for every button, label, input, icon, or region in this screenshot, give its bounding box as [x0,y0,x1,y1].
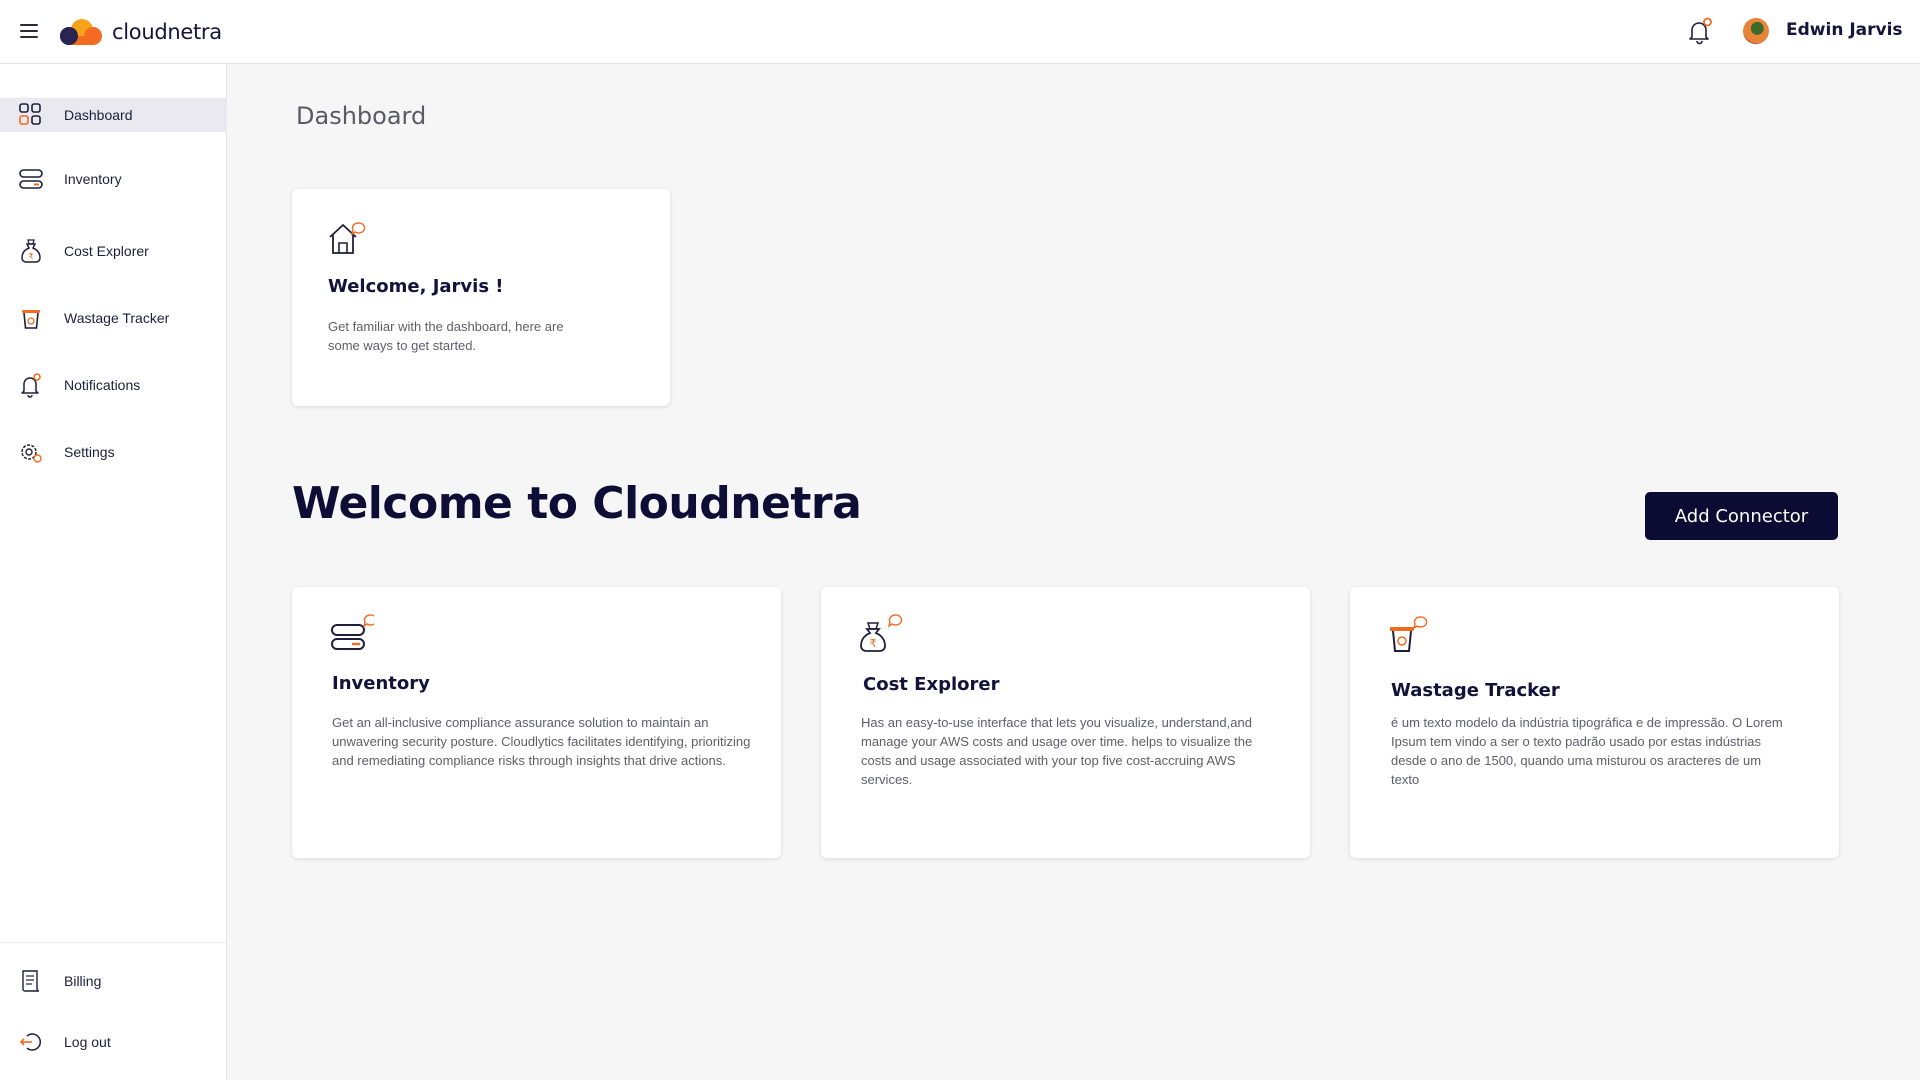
top-bar: cloudnetra Edwin Jarvis [0,0,1920,64]
bell-icon [21,373,41,398]
sidebar-item-dashboard[interactable]: Dashboard [0,98,227,132]
sidebar-item-label: Dashboard [64,107,133,123]
trash-icon [1390,616,1428,652]
sidebar-item-billing[interactable]: Billing [0,964,227,998]
trash-icon [22,310,40,329]
svg-text:₹: ₹ [870,637,877,650]
logout-icon [19,1033,42,1051]
logo-text: cloudnetra [112,20,222,44]
sidebar-item-label: Cost Explorer [64,243,149,259]
inventory-card-description: Get an all-inclusive compliance assuranc… [332,715,751,768]
page-title: Dashboard [296,102,427,130]
sidebar-item-label: Inventory [64,171,122,187]
server-icon [19,169,43,189]
wastage-tracker-card-title: Wastage Tracker [1391,680,1560,701]
sidebar-item-label: Notifications [64,377,141,393]
money-bag-icon: ₹ [860,614,903,652]
sidebar-item-notifications[interactable]: Notifications [0,368,227,402]
cloud-logo-icon [60,19,102,45]
cost-explorer-card-title: Cost Explorer [863,674,1000,695]
sidebar-divider [0,942,227,943]
inventory-card-title: Inventory [332,673,430,694]
svg-text:₹: ₹ [28,252,33,261]
welcome-card-description: Get familiar with the dashboard, here ar… [328,319,564,353]
welcome-card: Welcome, Jarvis ! Get familiar with the … [292,189,670,406]
sidebar-item-label: Billing [64,973,102,989]
gear-icon [21,444,42,463]
sidebar-item-label: Log out [64,1034,111,1050]
home-icon [329,222,366,254]
hero-title: Welcome to Cloudnetra [292,478,862,529]
user-name[interactable]: Edwin Jarvis [1786,20,1903,40]
cost-explorer-card-description: Has an easy-to-use interface that lets y… [861,715,1253,787]
sidebar-item-inventory[interactable]: Inventory [0,162,227,196]
add-connector-button[interactable]: Add Connector [1645,492,1838,540]
sidebar: Dashboard Inventory ₹ Cost Explorer Wast… [0,64,227,1080]
sidebar-item-wastage-tracker[interactable]: Wastage Tracker [0,301,227,335]
sidebar-item-settings[interactable]: Settings [0,435,227,469]
wastage-tracker-card[interactable]: Wastage Tracker é um texto modelo da ind… [1350,587,1839,858]
sidebar-item-logout[interactable]: Log out [0,1025,227,1059]
wastage-tracker-card-description: é um texto modelo da indústria tipográfi… [1391,715,1783,787]
server-icon [331,614,374,650]
logo[interactable]: cloudnetra [56,14,222,50]
avatar[interactable] [1743,18,1769,44]
welcome-card-title: Welcome, Jarvis ! [328,276,504,297]
money-bag-icon: ₹ [21,239,41,263]
sidebar-item-label: Wastage Tracker [64,310,170,326]
sidebar-item-label: Settings [64,444,115,460]
sidebar-item-cost-explorer[interactable]: ₹ Cost Explorer [0,234,227,268]
notification-bell-icon[interactable] [1684,16,1714,46]
cost-explorer-card[interactable]: ₹ Cost Explorer Has an easy-to-use inter… [821,587,1310,858]
grid-icon [19,103,41,125]
hamburger-menu-icon[interactable] [20,24,38,38]
receipt-icon [22,970,40,992]
inventory-card[interactable]: Inventory Get an all-inclusive complianc… [292,587,781,858]
